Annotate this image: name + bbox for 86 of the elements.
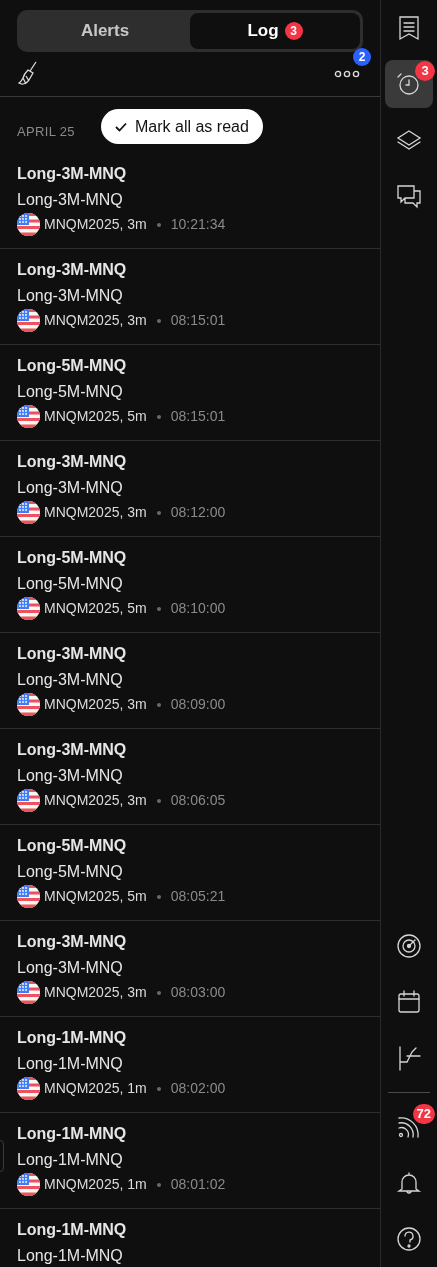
log-item[interactable]: Long-3M-MNQ Long-3M-MNQ MNQM2025, 3m 08:03:00: [0, 921, 380, 1017]
alert-message: Long-3M-MNQ: [17, 958, 123, 978]
sidebar-button[interactable]: 3: [385, 60, 433, 108]
symbol-label: MNQM2025, 3m: [44, 791, 147, 810]
tab[interactable]: Alerts: [20, 13, 190, 49]
symbol-label: MNQM2025, 1m: [44, 1175, 147, 1194]
log-item[interactable]: Long-1M-MNQ Long-1M-MNQ: [0, 1209, 380, 1267]
flag-icon: [17, 213, 40, 236]
alert-time: 08:09:00: [170, 695, 226, 714]
count-badge: 72: [412, 1104, 435, 1124]
alert-title: Long-1M-MNQ: [17, 1220, 127, 1240]
alert-message: Long-1M-MNQ: [17, 1246, 123, 1266]
alert-time: 08:01:02: [170, 1175, 226, 1194]
mark-all-read-button[interactable]: Mark all as read: [101, 109, 263, 144]
tab[interactable]: Log 3: [190, 13, 360, 49]
date-header: APRIL 25: [17, 124, 75, 139]
log-item[interactable]: Long-3M-MNQ Long-3M-MNQ MNQM2025, 3m 08:15:01: [0, 249, 380, 345]
alert-title: Long-5M-MNQ: [17, 548, 127, 568]
alert-message: Long-3M-MNQ: [17, 766, 123, 786]
alert-time: 08:03:00: [170, 983, 226, 1002]
flag-icon: [17, 693, 40, 716]
alert-title: Long-3M-MNQ: [17, 452, 127, 472]
log-item[interactable]: Long-5M-MNQ Long-5M-MNQ MNQM2025, 5m 08:05:21: [0, 825, 380, 921]
symbol-label: MNQM2025, 3m: [44, 311, 147, 330]
more-icon[interactable]: [334, 70, 360, 78]
count-badge: 2: [353, 48, 371, 66]
flag-icon: [17, 885, 40, 908]
symbol-label: MNQM2025, 5m: [44, 599, 147, 618]
log-item[interactable]: Long-5M-MNQ Long-5M-MNQ MNQM2025, 5m 08:15:01: [0, 345, 380, 441]
alert-message: Long-1M-MNQ: [17, 1054, 123, 1074]
symbol-label: MNQM2025, 3m: [44, 503, 147, 522]
alert-message: Long-1M-MNQ: [17, 1150, 123, 1170]
alert-message: Long-3M-MNQ: [17, 286, 123, 306]
flag-icon: [17, 1077, 40, 1100]
alert-title: Long-3M-MNQ: [17, 932, 127, 952]
alert-message: Long-3M-MNQ: [17, 478, 123, 498]
symbol-label: MNQM2025, 1m: [44, 1079, 147, 1098]
alert-time: 08:06:05: [170, 791, 226, 810]
flag-icon: [17, 789, 40, 812]
broom-icon[interactable]: [17, 61, 39, 87]
alert-title: Long-5M-MNQ: [17, 836, 127, 856]
calendar-icon: [395, 988, 423, 1016]
flag-icon: [17, 1173, 40, 1196]
log-item[interactable]: Long-5M-MNQ Long-5M-MNQ MNQM2025, 5m 08:10:00: [0, 537, 380, 633]
symbol-label: MNQM2025, 5m: [44, 887, 147, 906]
count-badge: 3: [415, 61, 435, 81]
log-item[interactable]: Long-3M-MNQ Long-3M-MNQ MNQM2025, 3m 10:21:34: [0, 153, 380, 249]
alert-title: Long-3M-MNQ: [17, 644, 127, 664]
alert-time: 08:02:00: [170, 1079, 226, 1098]
log-item[interactable]: Long-1M-MNQ Long-1M-MNQ MNQM2025, 1m 08:02:00: [0, 1017, 380, 1113]
symbol-label: MNQM2025, 3m: [44, 215, 147, 234]
symbol-label: MNQM2025, 5m: [44, 407, 147, 426]
alert-title: Long-1M-MNQ: [17, 1028, 127, 1048]
flag-icon: [17, 597, 40, 620]
alert-title: Long-5M-MNQ: [17, 356, 127, 376]
log-item[interactable]: Long-3M-MNQ Long-3M-MNQ MNQM2025, 3m 08:12:00: [0, 441, 380, 537]
symbol-label: MNQM2025, 3m: [44, 695, 147, 714]
help-icon: [395, 1225, 423, 1253]
alert-time: 08:15:01: [170, 311, 226, 330]
count-badge: 3: [284, 22, 303, 40]
flag-icon: [17, 981, 40, 1004]
alert-time: 08:10:00: [170, 599, 226, 618]
alert-title: Long-3M-MNQ: [17, 164, 127, 184]
alert-message: Long-3M-MNQ: [17, 670, 123, 690]
chat-icon: [395, 182, 423, 210]
alert-message: Long-3M-MNQ: [17, 190, 123, 210]
alert-time: 08:05:21: [170, 887, 226, 906]
alert-message: Long-5M-MNQ: [17, 382, 123, 402]
alert-title: Long-1M-MNQ: [17, 1124, 127, 1144]
log-item[interactable]: Long-3M-MNQ Long-3M-MNQ MNQM2025, 3m 08:06:05: [0, 729, 380, 825]
radar-icon: [395, 932, 423, 960]
log-item[interactable]: Long-1M-MNQ Long-1M-MNQ MNQM2025, 1m 08:01:02: [0, 1113, 380, 1209]
flag-icon: [17, 501, 40, 524]
check-icon: [115, 121, 127, 132]
alert-time: 10:21:34: [170, 215, 226, 234]
flag-icon: [17, 309, 40, 332]
alert-message: Long-5M-MNQ: [17, 574, 123, 594]
flag-icon: [17, 405, 40, 428]
alert-message: Long-5M-MNQ: [17, 862, 123, 882]
symbol-label: MNQM2025, 3m: [44, 983, 147, 1002]
alert-time: 08:12:00: [170, 503, 226, 522]
alert-time: 08:15:01: [170, 407, 226, 426]
alert-title: Long-3M-MNQ: [17, 740, 127, 760]
alert-title: Long-3M-MNQ: [17, 260, 127, 280]
sidebar-button[interactable]: 72: [385, 1103, 433, 1151]
log-item[interactable]: Long-3M-MNQ Long-3M-MNQ MNQM2025, 3m 08:09:00: [0, 633, 380, 729]
